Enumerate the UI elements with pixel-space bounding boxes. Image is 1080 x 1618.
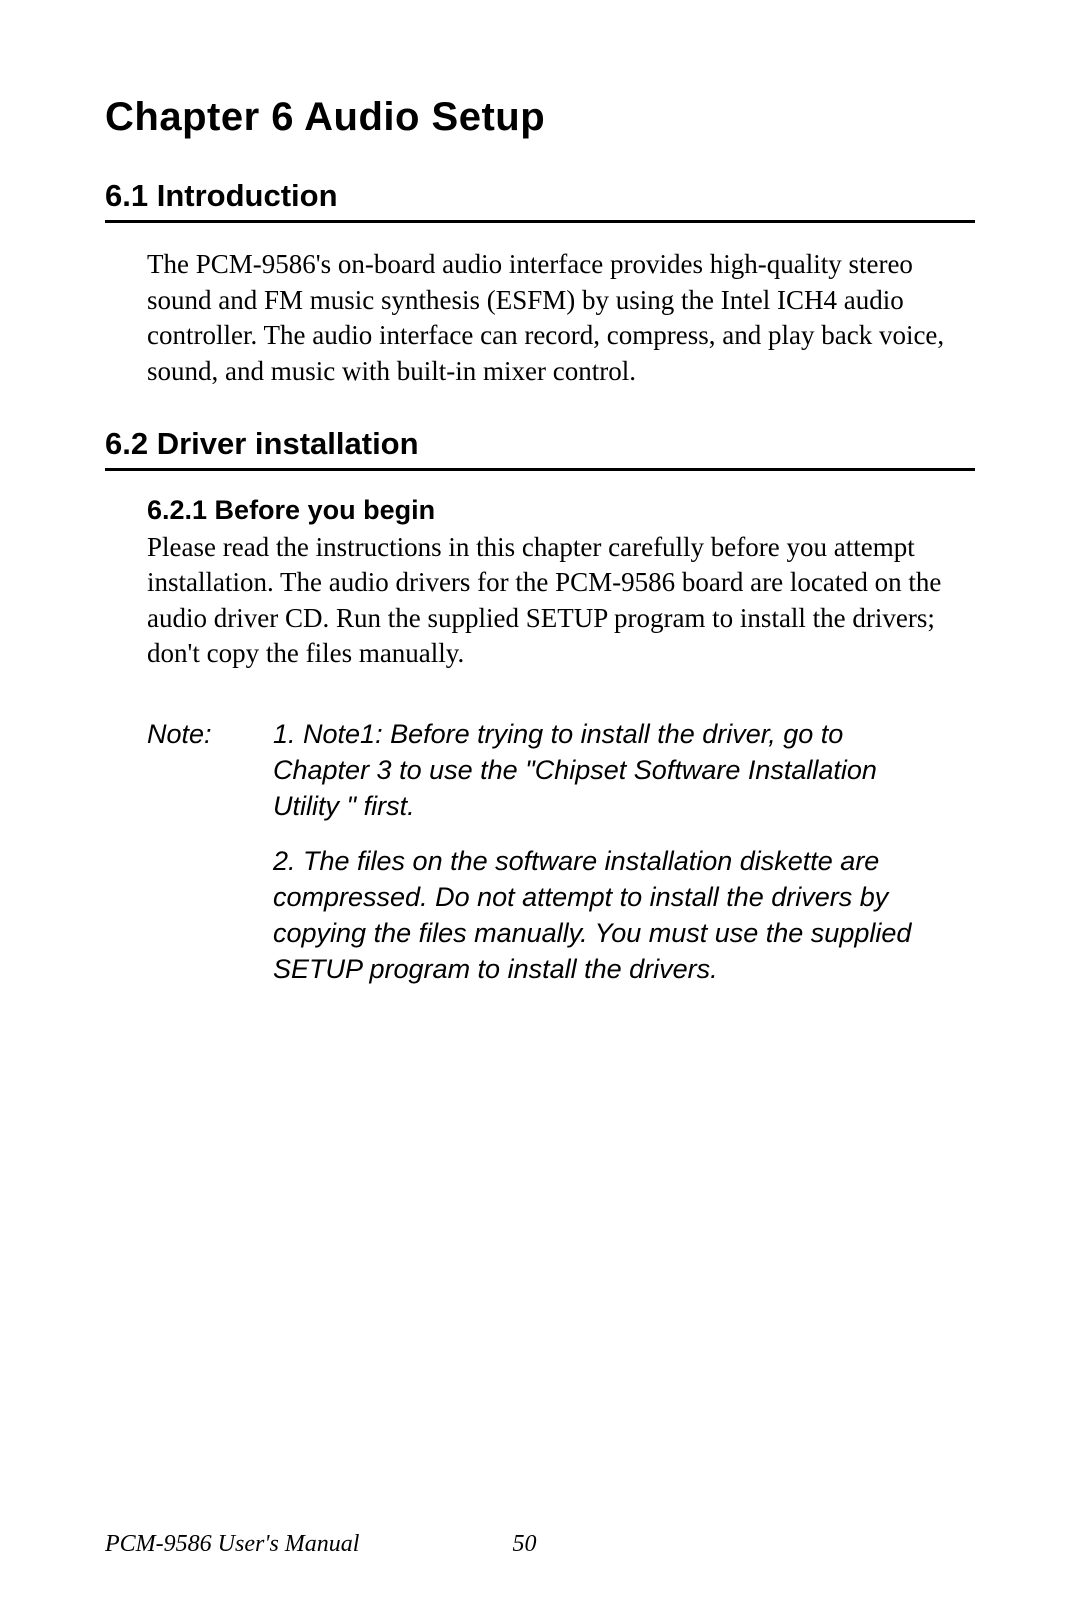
- subsection-6-2-1-body: Please read the instructions in this cha…: [105, 530, 975, 673]
- note-block: Note: 1. Note1: Before trying to install…: [105, 716, 975, 1005]
- section-6-2: 6.2 Driver installation 6.2.1 Before you…: [105, 426, 975, 1006]
- footer-page-number: 50: [512, 1531, 536, 1558]
- section-header-introduction: 6.1 Introduction: [105, 178, 975, 223]
- note-item-1: 1. Note1: Before trying to install the d…: [273, 716, 945, 825]
- page-content: Chapter 6 Audio Setup 6.1 Introduction T…: [0, 0, 1080, 1618]
- section-header-driver-installation: 6.2 Driver installation: [105, 426, 975, 471]
- subsection-header-before-you-begin: 6.2.1 Before you begin: [105, 495, 975, 526]
- section-6-1: 6.1 Introduction The PCM-9586's on-board…: [105, 178, 975, 390]
- chapter-title: Chapter 6 Audio Setup: [105, 95, 975, 140]
- section-6-1-body: The PCM-9586's on-board audio interface …: [105, 247, 975, 390]
- footer-manual-title: PCM-9586 User's Manual: [105, 1531, 359, 1558]
- note-body: 1. Note1: Before trying to install the d…: [273, 716, 945, 1005]
- note-label: Note:: [147, 716, 225, 1005]
- page-footer: PCM-9586 User's Manual 50: [105, 1531, 975, 1558]
- note-item-2: 2. The files on the software installatio…: [273, 843, 945, 988]
